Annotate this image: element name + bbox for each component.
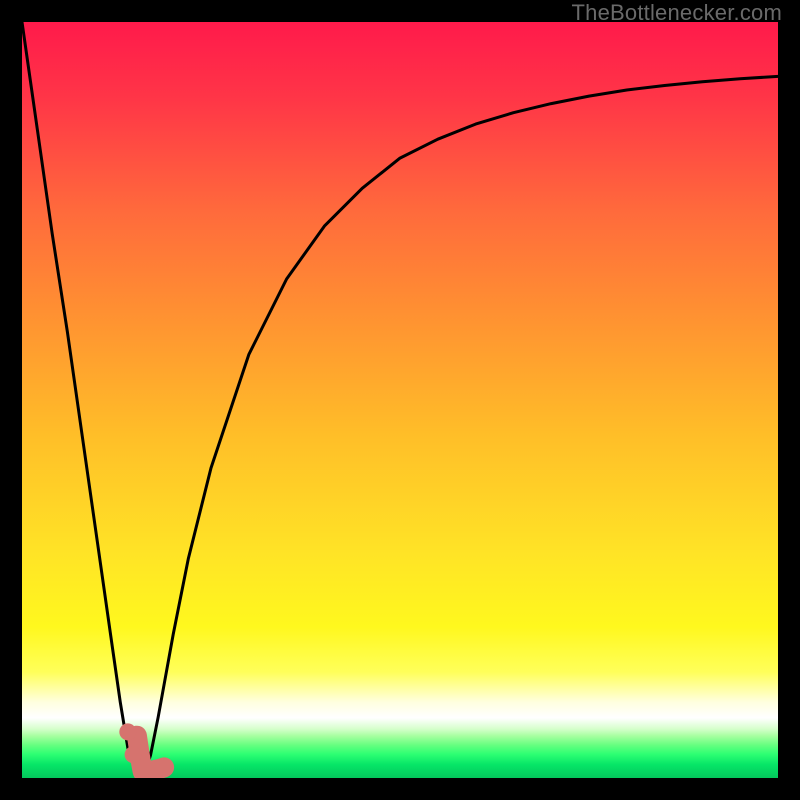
- marker-dot: [119, 723, 136, 740]
- plot-area: [22, 22, 778, 778]
- chart-frame: TheBottlenecker.com: [0, 0, 800, 800]
- marker-dot: [125, 746, 142, 763]
- bottleneck-curve: [22, 22, 778, 778]
- chart-svg: [22, 22, 778, 778]
